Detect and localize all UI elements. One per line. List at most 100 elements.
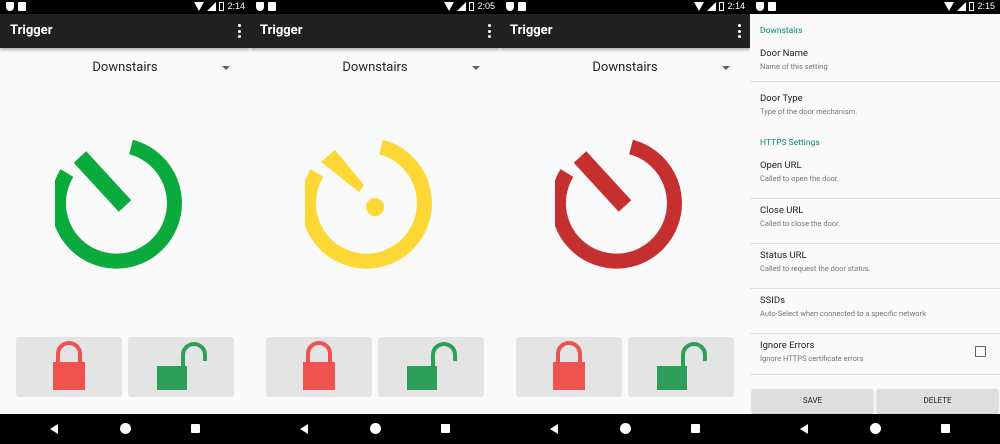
unlock-button[interactable] bbox=[128, 337, 234, 397]
category-https: HTTPS Settings bbox=[760, 138, 820, 148]
home-circle-icon[interactable] bbox=[620, 423, 631, 434]
signal-icon bbox=[457, 2, 467, 11]
door-closed-status-icon bbox=[555, 139, 682, 269]
status-time: 2:05 bbox=[477, 1, 495, 11]
wifi-icon bbox=[194, 2, 205, 11]
pref-title: Status URL bbox=[760, 250, 807, 261]
door-selector[interactable]: Downstairs bbox=[250, 56, 500, 80]
lock-open-icon bbox=[157, 342, 207, 390]
screenshot-row: 2:14 Trigger Downstairs 2:05 Trigger Dow… bbox=[0, 0, 1000, 444]
signal-icon bbox=[207, 2, 217, 11]
divider bbox=[750, 374, 1000, 375]
shield-icon bbox=[6, 2, 14, 11]
signal-icon bbox=[707, 2, 717, 11]
recents-square-icon[interactable] bbox=[691, 424, 700, 433]
shield-icon bbox=[506, 2, 514, 11]
lock-button[interactable] bbox=[16, 337, 122, 397]
system-nav-bar bbox=[0, 414, 250, 444]
recents-square-icon[interactable] bbox=[441, 424, 450, 433]
more-vert-icon[interactable] bbox=[737, 24, 741, 38]
back-triangle-icon[interactable] bbox=[550, 424, 558, 434]
door-open-status-icon bbox=[55, 139, 182, 269]
recents-square-icon[interactable] bbox=[191, 424, 200, 433]
battery-icon bbox=[969, 2, 975, 11]
ignore-errors-checkbox[interactable] bbox=[975, 346, 986, 357]
home-circle-icon[interactable] bbox=[370, 423, 381, 434]
pref-summary: Called to close the door. bbox=[760, 219, 841, 228]
back-triangle-icon[interactable] bbox=[300, 424, 308, 434]
save-button[interactable]: SAVE bbox=[752, 389, 873, 413]
system-nav-bar bbox=[750, 414, 1000, 444]
pref-summary: Ignore HTTPS certificate errors bbox=[760, 354, 864, 363]
settings-list: Downstairs Door Name Name of this settin… bbox=[750, 14, 1000, 414]
more-vert-icon[interactable] bbox=[487, 24, 491, 38]
dropdown-arrow-icon bbox=[222, 66, 230, 70]
app-bar: Trigger bbox=[500, 14, 750, 48]
pref-title: Door Type bbox=[760, 93, 803, 104]
pref-title: Open URL bbox=[760, 160, 802, 171]
lock-button[interactable] bbox=[266, 337, 372, 397]
pref-open-url[interactable]: Open URL Called to open the door. bbox=[750, 154, 1000, 199]
more-vert-icon[interactable] bbox=[237, 24, 241, 38]
status-time: 2:14 bbox=[227, 1, 245, 11]
lock-open-icon bbox=[407, 342, 457, 390]
door-selector[interactable]: Downstairs bbox=[0, 56, 250, 80]
pref-title: SSIDs bbox=[760, 295, 786, 306]
battery-icon bbox=[219, 2, 225, 11]
wifi-icon bbox=[944, 2, 955, 11]
door-selector-value: Downstairs bbox=[592, 60, 658, 75]
lock-button[interactable] bbox=[516, 337, 622, 397]
door-selector-value: Downstairs bbox=[92, 60, 158, 75]
sim-icon bbox=[518, 2, 526, 11]
phone-screen-unknown: 2:05 Trigger Downstairs bbox=[250, 0, 500, 444]
unlock-button[interactable] bbox=[628, 337, 734, 397]
battery-icon bbox=[469, 2, 475, 11]
app-title: Trigger bbox=[10, 23, 53, 38]
pref-summary: Type of the door mechanism. bbox=[760, 107, 858, 116]
wifi-icon bbox=[694, 2, 705, 11]
door-selector[interactable]: Downstairs bbox=[500, 56, 750, 80]
pref-title: Ignore Errors bbox=[760, 340, 815, 351]
app-bar: Trigger bbox=[0, 14, 250, 48]
unlock-button[interactable] bbox=[378, 337, 484, 397]
recents-square-icon[interactable] bbox=[941, 424, 950, 433]
system-nav-bar bbox=[500, 414, 750, 444]
signal-icon bbox=[957, 2, 967, 11]
sim-icon bbox=[18, 2, 26, 11]
phone-screen-open: 2:14 Trigger Downstairs bbox=[0, 0, 250, 444]
home-circle-icon[interactable] bbox=[120, 423, 131, 434]
shield-icon bbox=[256, 2, 264, 11]
wifi-icon bbox=[444, 2, 455, 11]
door-selector-value: Downstairs bbox=[342, 60, 408, 75]
status-time: 2:15 bbox=[977, 1, 995, 11]
home-circle-icon[interactable] bbox=[870, 423, 881, 434]
app-bar: Trigger bbox=[250, 14, 500, 48]
pref-title: Door Name bbox=[760, 48, 808, 59]
pref-status-url[interactable]: Status URL Called to request the door st… bbox=[750, 244, 1000, 289]
delete-button[interactable]: DELETE bbox=[877, 389, 998, 413]
sim-icon bbox=[268, 2, 276, 11]
battery-icon bbox=[719, 2, 725, 11]
pref-ignore-errors[interactable]: Ignore Errors Ignore HTTPS certificate e… bbox=[750, 334, 1000, 375]
app-title: Trigger bbox=[260, 23, 303, 38]
back-triangle-icon[interactable] bbox=[50, 424, 58, 434]
phone-screen-closed: 2:14 Trigger Downstairs bbox=[500, 0, 750, 444]
status-bar: 2:15 bbox=[750, 0, 1000, 14]
pref-door-name[interactable]: Door Name Name of this setting bbox=[750, 42, 1000, 82]
status-bar: 2:14 bbox=[0, 0, 250, 14]
status-bar: 2:05 bbox=[250, 0, 500, 14]
pref-summary: Name of this setting bbox=[760, 62, 828, 71]
back-triangle-icon[interactable] bbox=[800, 424, 808, 434]
pref-ssids[interactable]: SSIDs Auto-Select when connected to a sp… bbox=[750, 289, 1000, 334]
phone-screen-settings: 2:15 Downstairs Door Name Name of this s… bbox=[750, 0, 1000, 444]
shield-icon bbox=[756, 2, 764, 11]
status-bar: 2:14 bbox=[500, 0, 750, 14]
pref-close-url[interactable]: Close URL Called to close the door. bbox=[750, 199, 1000, 244]
lock-open-icon bbox=[657, 342, 707, 390]
system-nav-bar bbox=[250, 414, 500, 444]
pref-door-type[interactable]: Door Type Type of the door mechanism. bbox=[750, 82, 1000, 130]
category-door: Downstairs bbox=[760, 26, 803, 36]
status-time: 2:14 bbox=[727, 1, 745, 11]
lock-closed-icon bbox=[53, 341, 85, 390]
dropdown-arrow-icon bbox=[472, 66, 480, 70]
